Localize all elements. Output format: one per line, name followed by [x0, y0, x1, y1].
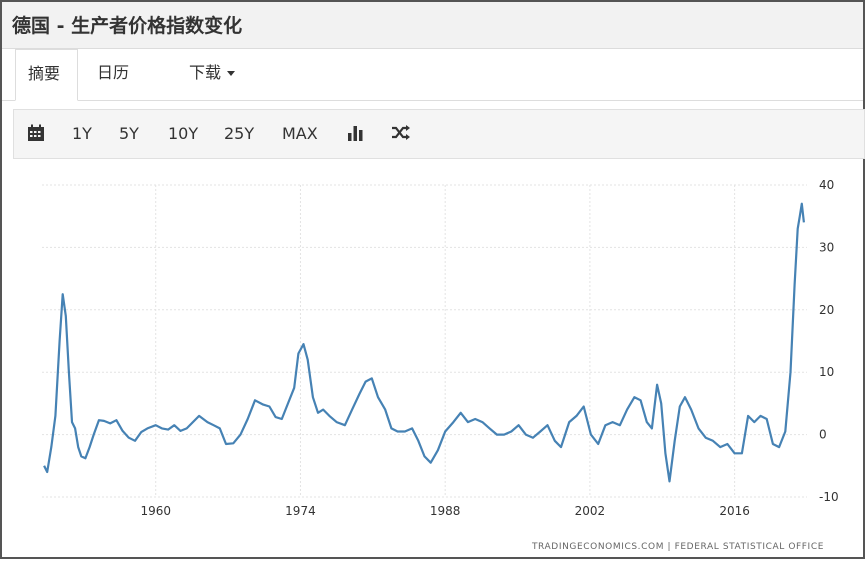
tab-download-label: 下载: [189, 63, 222, 82]
series-line: [43, 202, 805, 483]
y-tick-label: 20: [819, 303, 834, 317]
tab-summary-label: 摘要: [28, 64, 61, 83]
app-window: 德国 - 生产者价格指数变化 摘要 日历 下载 1Y 5Y 10Y 25Y MA…: [0, 0, 865, 559]
range-5y-button[interactable]: 5Y: [119, 110, 139, 158]
y-tick-label: 40: [819, 178, 834, 192]
chart-source-label: TRADINGECONOMICS.COM | FEDERAL STATISTIC…: [531, 542, 824, 552]
x-tick-label: 2002: [575, 504, 606, 518]
range-25y-button[interactable]: 25Y: [224, 110, 254, 158]
tab-calendar-label: 日历: [97, 63, 130, 82]
y-tick-label: 30: [819, 240, 834, 254]
y-tick-label: 0: [819, 428, 827, 442]
calendar-icon[interactable]: [27, 124, 45, 146]
y-tick-label: 10: [819, 365, 834, 379]
range-1y-button[interactable]: 1Y: [72, 110, 92, 158]
tab-calendar[interactable]: 日历: [97, 49, 129, 99]
shuffle-icon[interactable]: [391, 124, 411, 146]
caret-down-icon: [227, 71, 236, 76]
x-tick-label: 2016: [719, 504, 750, 518]
tab-bar: 摘要 日历 下载: [2, 49, 863, 101]
x-tick-label: 1974: [285, 504, 316, 518]
chart-area: 40 30 20 10 0 -10 1960 1974 1988 2002 2016 TRADING…: [2, 162, 863, 561]
range-10y-button[interactable]: 10Y: [168, 110, 198, 158]
chart-toolbar: 1Y 5Y 10Y 25Y MAX: [13, 109, 865, 159]
range-max-button[interactable]: MAX: [282, 110, 318, 158]
title-bar: 德国 - 生产者价格指数变化: [2, 2, 863, 49]
x-tick-label: 1988: [430, 504, 461, 518]
bar-chart-icon[interactable]: [347, 124, 365, 146]
tab-download[interactable]: 下载: [189, 49, 236, 99]
tab-summary[interactable]: 摘要: [15, 49, 78, 101]
x-tick-label: 1960: [140, 504, 171, 518]
y-tick-label: -10: [819, 490, 839, 504]
page-title: 德国 - 生产者价格指数变化: [12, 15, 243, 37]
line-chart: 40 30 20 10 0 -10 1960 1974 1988 2002 2016 TRADING…: [42, 178, 839, 552]
